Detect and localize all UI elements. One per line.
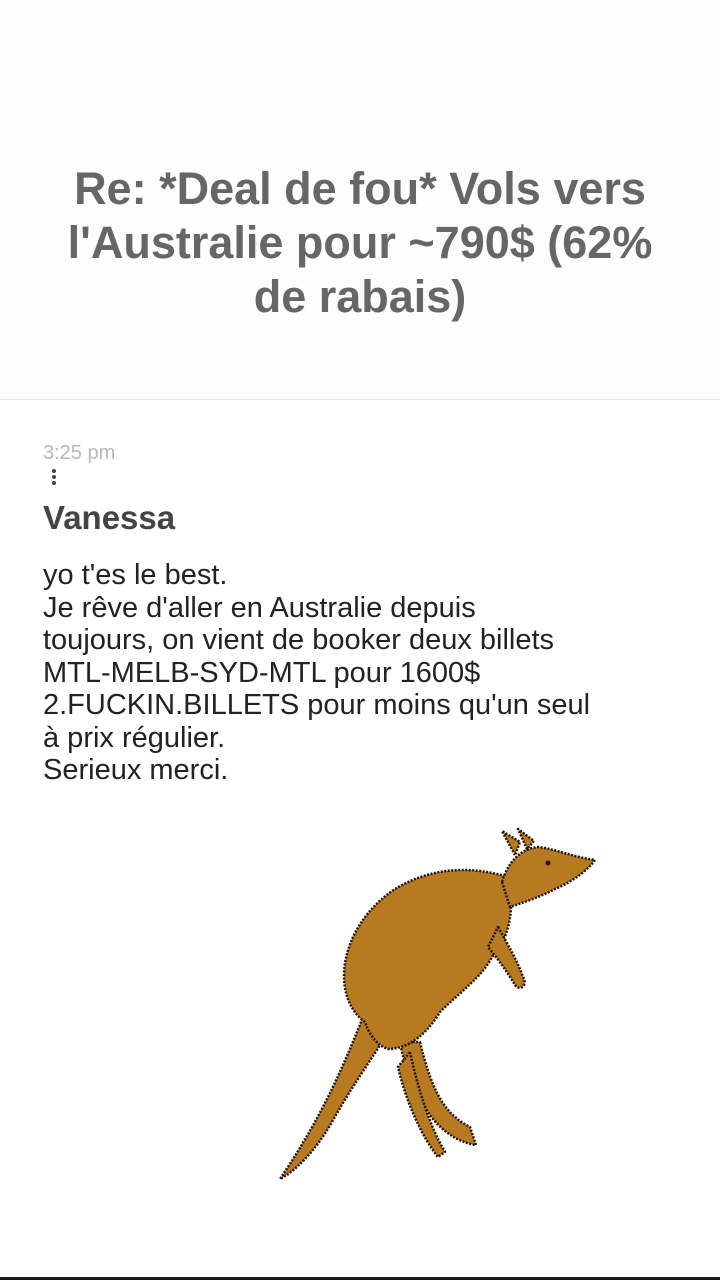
kangaroo-gif-image <box>270 827 600 1187</box>
message-card: 3:25 pm Vanessa yo t'es le best. Je rêve… <box>0 401 720 1277</box>
message-body-line: toujours, on vient de booker deux billet… <box>43 624 555 656</box>
message-body: yo t'es le best. Je rêve d'aller en Aust… <box>43 559 693 787</box>
message-body-line: MTL-MELB-SYD-MTL pour 1600$ <box>43 656 481 689</box>
thread-title: Re: *Deal de fou* Vols vers l'Australie … <box>67 163 653 322</box>
message-body-line: Serieux merci. <box>43 754 229 786</box>
message-body-line: à prix régulier. <box>43 721 226 754</box>
message-body-line: 2.FUCKIN.BILLETS pour moins qu'un seul <box>43 689 591 721</box>
thread-header: Re: *Deal de fou* Vols vers l'Australie … <box>0 0 720 400</box>
message-body-line: yo t'es le best. <box>43 559 228 591</box>
message-body-line: Je rêve d'aller en Australie depuis <box>43 591 476 624</box>
vertical-ellipsis-icon[interactable] <box>44 467 64 487</box>
message-author: Vanessa <box>43 499 176 536</box>
message-timestamp: 3:25 pm <box>43 442 116 464</box>
